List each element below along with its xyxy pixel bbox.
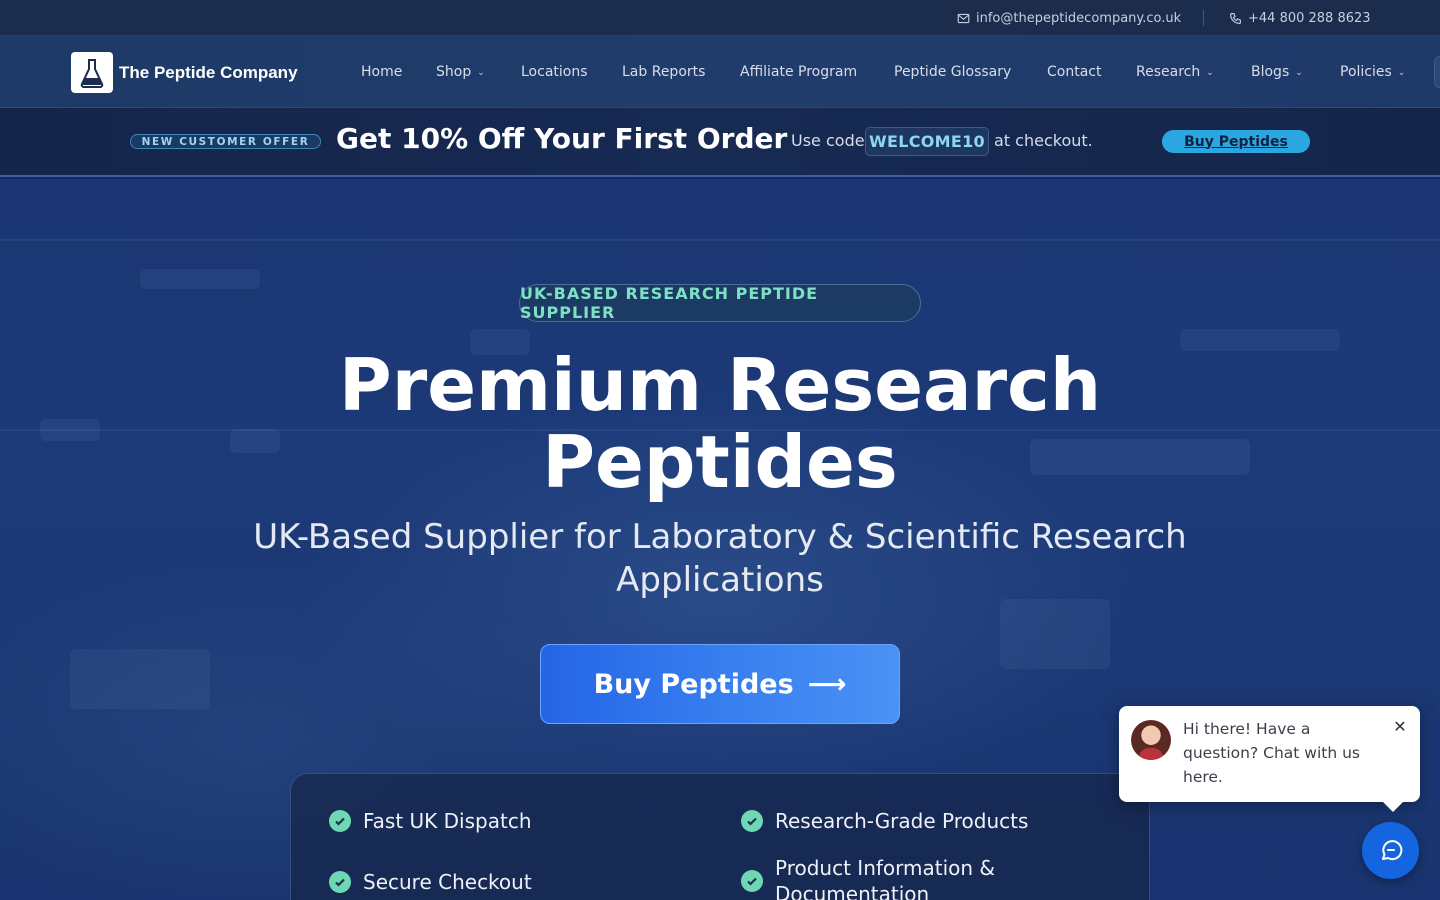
- promo-banner: NEW CUSTOMER OFFER Get 10% Off Your Firs…: [0, 108, 1440, 177]
- flask-icon: [71, 52, 113, 93]
- check-circle-icon: [329, 810, 351, 832]
- hero-cta-label: Buy Peptides: [593, 668, 794, 700]
- arrow-right-icon: ⟶: [807, 668, 847, 700]
- nav-home[interactable]: Home: [361, 36, 402, 108]
- hero-badge: UK-BASED RESEARCH PEPTIDE SUPPLIER: [519, 284, 921, 322]
- nav-peptide-glossary[interactable]: Peptide Glossary: [894, 36, 1011, 108]
- feature-label: Product Information & Documentation: [775, 856, 996, 900]
- feature-item: Product Information & Documentation: [741, 855, 1041, 900]
- nav-overflow-button[interactable]: [1434, 56, 1440, 88]
- brand-name: The Peptide Company: [119, 62, 298, 82]
- hero-subtitle: UK-Based Supplier for Laboratory & Scien…: [253, 517, 1187, 600]
- nav-contact[interactable]: Contact: [1047, 36, 1101, 108]
- phone-text: +44 800 288 8623: [1248, 10, 1371, 26]
- nav-policies[interactable]: Policies ⌄: [1340, 36, 1405, 108]
- chat-bubble-icon: [1381, 839, 1402, 860]
- feature-label: Fast UK Dispatch: [363, 809, 532, 833]
- nav-shop[interactable]: Shop ⌄: [436, 36, 485, 108]
- nav-research[interactable]: Research ⌄: [1136, 36, 1214, 108]
- nav-label: Blogs: [1251, 64, 1290, 80]
- close-icon[interactable]: ✕: [1391, 718, 1409, 736]
- nav-label: Home: [361, 64, 403, 80]
- promo-checkout-text: at checkout.: [994, 131, 1093, 150]
- promo-code: WELCOME10: [865, 127, 989, 156]
- feature-label: Research-Grade Products: [775, 809, 1029, 833]
- nav-locations[interactable]: Locations: [521, 36, 588, 108]
- nav-label: Shop: [436, 64, 472, 80]
- agent-avatar: [1131, 720, 1171, 760]
- check-circle-icon: [741, 810, 763, 832]
- mail-icon: [957, 13, 970, 23]
- features-card: Fast UK Dispatch Research-Grade Products…: [290, 773, 1150, 900]
- feature-label: Secure Checkout: [363, 870, 532, 894]
- promo-use-code-text: Use code: [791, 131, 865, 150]
- nav-affiliate-program[interactable]: Affiliate Program: [740, 36, 857, 108]
- feature-item: Research-Grade Products: [741, 808, 1028, 834]
- chat-launcher-button[interactable]: [1362, 822, 1419, 879]
- email-text: info@thepeptidecompany.co.uk: [976, 10, 1182, 26]
- nav-label: Research: [1136, 64, 1201, 80]
- promo-headline: Get 10% Off Your First Order: [336, 122, 788, 155]
- top-contact-bar: info@thepeptidecompany.co.uk +44 800 288…: [0, 0, 1440, 36]
- nav-label: Contact: [1047, 64, 1102, 80]
- main-nav: The Peptide Company Home Shop ⌄ Locations…: [0, 36, 1440, 108]
- background-lab-item: [1000, 599, 1110, 669]
- background-shelf-line: [0, 239, 1440, 241]
- promo-badge: NEW CUSTOMER OFFER: [130, 134, 321, 149]
- topbar-divider: [1203, 10, 1204, 26]
- chat-message: Hi there! Have a question? Chat with us …: [1183, 720, 1360, 786]
- hero-title-line1: Premium Research: [338, 343, 1102, 427]
- nav-label: Peptide Glossary: [894, 64, 1012, 80]
- nav-label: Affiliate Program: [740, 64, 858, 80]
- promo-buy-button[interactable]: Buy Peptides: [1162, 130, 1310, 153]
- background-lab-item: [70, 649, 210, 709]
- email-link[interactable]: info@thepeptidecompany.co.uk: [957, 0, 1181, 36]
- feature-item: Secure Checkout: [329, 869, 532, 895]
- feature-item: Fast UK Dispatch: [329, 808, 532, 834]
- nav-label: Lab Reports: [622, 64, 706, 80]
- hero-buy-button[interactable]: Buy Peptides ⟶: [540, 644, 900, 724]
- phone-icon: [1230, 12, 1241, 24]
- chevron-down-icon: ⌄: [1206, 68, 1214, 78]
- background-lab-item: [140, 269, 260, 289]
- chat-popup[interactable]: Hi there! Have a question? Chat with us …: [1119, 706, 1420, 812]
- check-circle-icon: [329, 871, 351, 893]
- nav-blogs[interactable]: Blogs ⌄: [1251, 36, 1303, 108]
- chevron-down-icon: ⌄: [477, 68, 485, 78]
- nav-label: Locations: [521, 64, 588, 80]
- hero-title-line2: Peptides: [542, 420, 898, 504]
- hero-title: Premium Research Peptides: [0, 347, 1440, 501]
- brand-logo[interactable]: The Peptide Company: [71, 52, 298, 93]
- phone-link[interactable]: +44 800 288 8623: [1229, 0, 1371, 36]
- check-circle-icon: [741, 870, 763, 892]
- chevron-down-icon: ⌄: [1295, 68, 1303, 78]
- nav-lab-reports[interactable]: Lab Reports: [622, 36, 705, 108]
- chevron-down-icon: ⌄: [1397, 68, 1406, 78]
- nav-label: Policies: [1340, 64, 1392, 80]
